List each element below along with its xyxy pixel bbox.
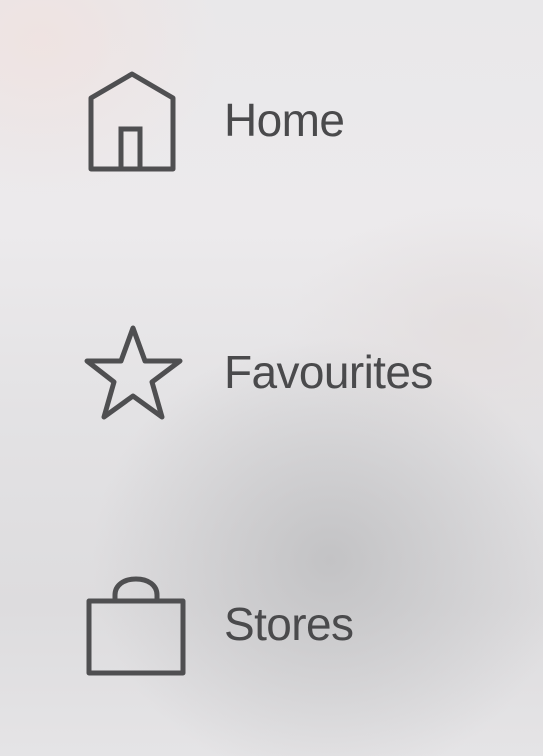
menu-item-label: Favourites xyxy=(224,346,433,398)
menu-item-label: Home xyxy=(224,94,345,146)
menu-item-label: Stores xyxy=(224,598,354,650)
star-icon xyxy=(84,319,190,425)
menu-item-home[interactable]: Home xyxy=(84,65,504,175)
shopping-bag-icon xyxy=(84,571,190,677)
menu-item-favourites[interactable]: Favourites xyxy=(84,317,504,427)
menu-item-stores[interactable]: Stores xyxy=(84,569,504,679)
side-menu: Home Favourites Stores xyxy=(0,0,543,756)
home-icon xyxy=(84,67,190,173)
